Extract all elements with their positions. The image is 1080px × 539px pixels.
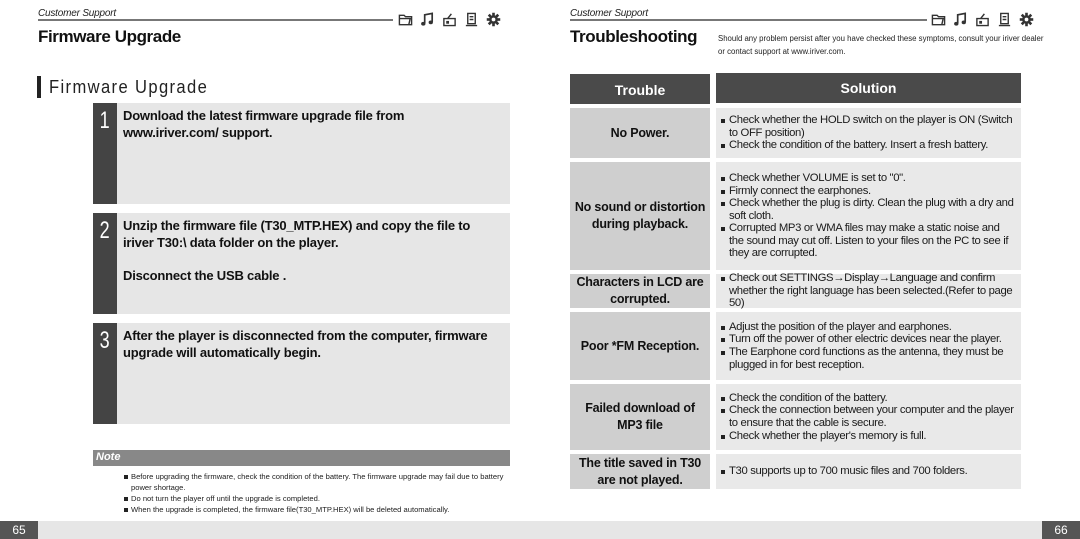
step-number: 3: [93, 323, 117, 424]
solution-item: Check whether the player's memory is ful…: [721, 430, 1015, 443]
gear-icon: [486, 12, 501, 27]
trouble-column-header: Trouble: [570, 74, 710, 104]
table-row: Characters in LCD are corrupted. Check o…: [570, 272, 1021, 310]
page-number-right: 66: [1042, 521, 1080, 539]
step-paragraph: Disconnect the USB cable .: [123, 268, 287, 283]
music-note-icon: [953, 12, 968, 27]
note-list: Before upgrading the firmware, check the…: [124, 471, 514, 515]
trouble-cell: No Power.: [570, 108, 710, 158]
solution-item: The Earphone cord functions as the anten…: [721, 346, 1015, 371]
solution-cell: Adjust the position of the player and ea…: [716, 312, 1021, 380]
step-paragraph: Unzip the firmware file (T30_MTP.HEX) an…: [123, 218, 471, 250]
step-number: 2: [93, 213, 117, 314]
note-item: Before upgrading the firmware, check the…: [124, 471, 514, 493]
gear-icon: [1019, 12, 1034, 27]
page-heading: Firmware Upgrade: [38, 27, 181, 46]
note-header: Note: [93, 450, 510, 466]
solution-item: Check the condition of the battery. Inse…: [721, 139, 1015, 152]
document-list-icon: [464, 12, 479, 27]
breadcrumb-divider: [38, 19, 393, 21]
solution-cell: Check whether VOLUME is set to "0". Firm…: [716, 162, 1021, 270]
trouble-cell: Failed download of MP3 file: [570, 384, 710, 450]
category-icons: [398, 12, 501, 27]
breadcrumb: Customer Support: [38, 8, 116, 19]
step-number: 1: [93, 103, 117, 204]
category-icons: [931, 12, 1034, 27]
solution-cell: Check out SETTINGS→Display→Language and …: [716, 272, 1021, 310]
step-paragraph: Download the latest firmware upgrade fil…: [123, 108, 405, 140]
table-row: Failed download of MP3 file Check the co…: [570, 384, 1021, 450]
solution-item: Check whether VOLUME is set to "0".: [721, 172, 1015, 185]
footer-band: [0, 521, 1080, 539]
solution-item: Check whether the HOLD switch on the pla…: [721, 114, 1015, 139]
step-1: 1 Download the latest firmware upgrade f…: [93, 103, 510, 204]
table-row: Poor *FM Reception. Adjust the position …: [570, 312, 1021, 380]
solution-cell: Check whether the HOLD switch on the pla…: [716, 108, 1021, 158]
step-text: Unzip the firmware file (T30_MTP.HEX) an…: [123, 217, 502, 284]
step-3: 3 After the player is disconnected from …: [93, 323, 510, 424]
music-note-icon: [420, 12, 435, 27]
radio-icon: [975, 12, 990, 27]
trouble-cell: No sound or distortion during playback.: [570, 162, 710, 270]
page-heading: Troubleshooting: [570, 27, 698, 46]
solution-item: Check the connection between your comput…: [721, 404, 1015, 429]
folder-icon: [398, 12, 413, 27]
solution-item: Check the condition of the battery.: [721, 392, 1015, 405]
solution-cell: T30 supports up to 700 music files and 7…: [716, 454, 1021, 489]
trouble-cell: The title saved in T30 are not played.: [570, 454, 710, 489]
table-row: The title saved in T30 are not played. T…: [570, 454, 1021, 489]
solution-item: T30 supports up to 700 music files and 7…: [721, 465, 1015, 478]
solution-item: Firmly connect the earphones.: [721, 185, 1015, 198]
breadcrumb: Customer Support: [570, 8, 648, 19]
radio-icon: [442, 12, 457, 27]
section-title-text: Firmware Upgrade: [49, 76, 209, 97]
table-row: No sound or distortion during playback. …: [570, 162, 1021, 270]
solution-item: Adjust the position of the player and ea…: [721, 321, 1015, 334]
note-label: Note: [96, 451, 121, 463]
step-paragraph: After the player is disconnected from th…: [123, 328, 488, 360]
breadcrumb-divider: [570, 19, 927, 21]
left-page: Customer Support Firmware Upgrade Firmwa…: [0, 0, 540, 539]
solution-item: Check whether the plug is dirty. Clean t…: [721, 197, 1015, 222]
step-text: Download the latest firmware upgrade fil…: [123, 107, 502, 141]
page-number-left: 65: [0, 521, 38, 539]
note-item: When the upgrade is completed, the firmw…: [124, 504, 514, 515]
note-item: Do not turn the player off until the upg…: [124, 493, 514, 504]
intro-text: Should any problem persist after you hav…: [718, 34, 1044, 56]
folder-icon: [931, 12, 946, 27]
section-marker: [37, 76, 41, 98]
solution-item: Corrupted MP3 or WMA files may make a st…: [721, 222, 1015, 260]
step-2: 2 Unzip the firmware file (T30_MTP.HEX) …: [93, 213, 510, 314]
step-text: After the player is disconnected from th…: [123, 327, 502, 361]
trouble-cell: Characters in LCD are corrupted.: [570, 274, 710, 308]
right-page: Customer Support Troubleshooting Should …: [540, 0, 1080, 539]
document-list-icon: [997, 12, 1012, 27]
solution-item: Check out SETTINGS→Display→Language and …: [721, 272, 1015, 310]
solution-item: Turn off the power of other electric dev…: [721, 333, 1015, 346]
table-row: No Power. Check whether the HOLD switch …: [570, 108, 1021, 158]
section-title: Firmware Upgrade: [37, 76, 222, 98]
trouble-cell: Poor *FM Reception.: [570, 312, 710, 380]
solution-cell: Check the condition of the battery. Chec…: [716, 384, 1021, 450]
solution-column-header: Solution: [716, 73, 1021, 103]
